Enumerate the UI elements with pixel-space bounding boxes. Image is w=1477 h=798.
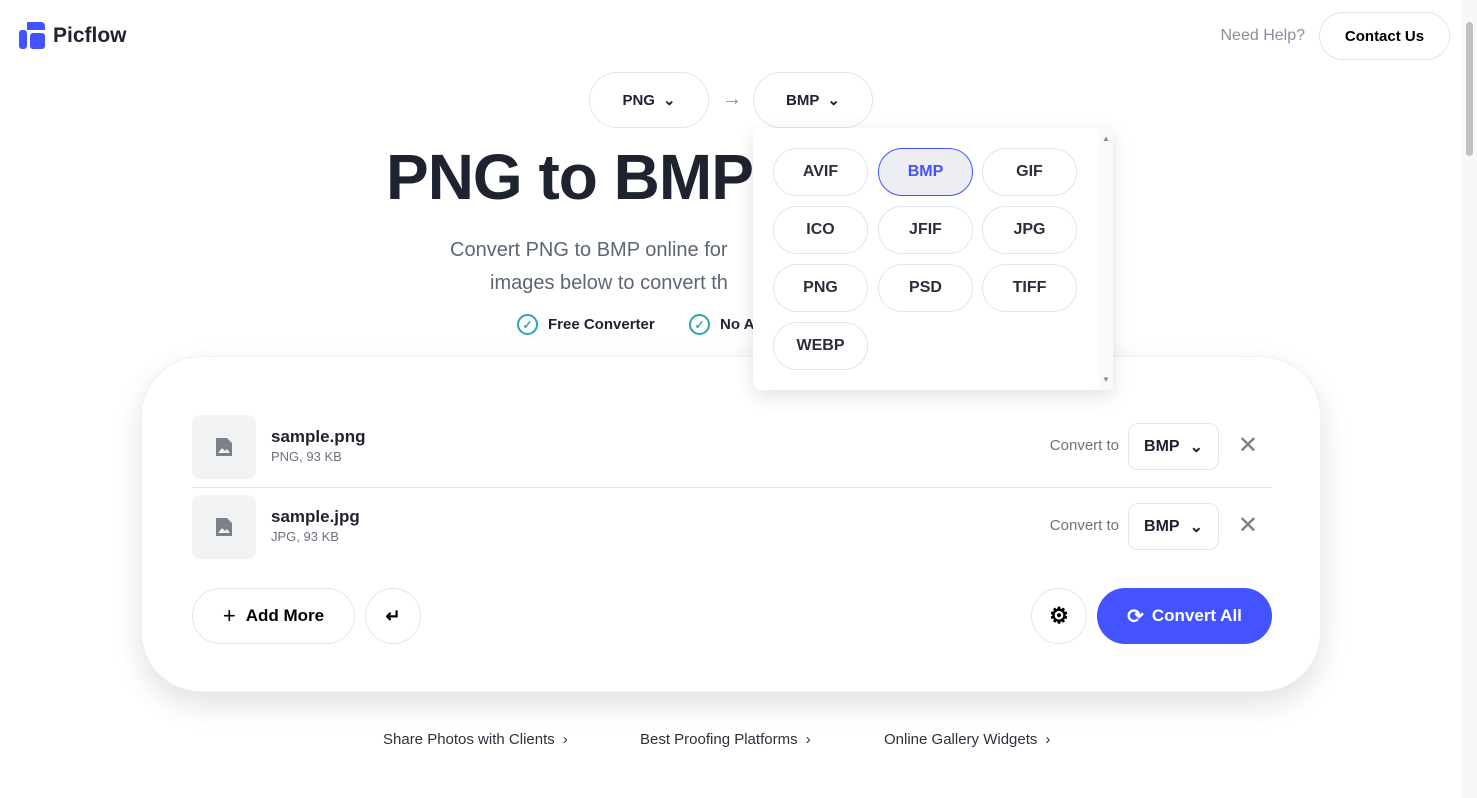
- return-icon[interactable]: ↵: [365, 588, 421, 644]
- add-more-button[interactable]: + Add More: [192, 588, 355, 644]
- convert-to-label: Convert to: [1049, 517, 1119, 534]
- footer-link-label: Best Proofing Platforms: [640, 731, 798, 748]
- scrollbar-thumb[interactable]: [1466, 22, 1473, 156]
- chevron-down-icon: ⌄: [827, 92, 840, 109]
- format-dropdown: AVIF BMP GIF ICO JFIF JPG PNG PSD TIFF W…: [753, 128, 1113, 390]
- check-circle-icon: ✓: [517, 314, 538, 335]
- format-option-gif[interactable]: GIF: [982, 148, 1077, 196]
- remove-file-icon[interactable]: ✕: [1238, 431, 1258, 460]
- format-option-webp[interactable]: WEBP: [773, 322, 868, 370]
- settings-gear-icon[interactable]: ⚙: [1031, 588, 1087, 644]
- convert-all-button[interactable]: ⟳ Convert All: [1097, 588, 1272, 644]
- check-circle-icon: ✓: [689, 314, 710, 335]
- divider: [192, 487, 1272, 488]
- chevron-right-icon: ›: [805, 731, 811, 748]
- file-meta: PNG, 93 KB: [271, 449, 342, 464]
- file-row: sample.jpg JPG, 93 KB Convert to BMP ⌄ ✕: [192, 495, 1272, 559]
- format-option-png[interactable]: PNG: [773, 264, 868, 312]
- target-format-value: BMP: [1144, 517, 1180, 535]
- footer-link[interactable]: Share Photos with Clients ›: [383, 731, 568, 748]
- format-option-tiff[interactable]: TIFF: [982, 264, 1077, 312]
- arrow-right-icon: →: [722, 88, 742, 110]
- feature-label: No A: [720, 316, 755, 333]
- logo[interactable]: Picflow: [19, 22, 127, 49]
- file-name: sample.png: [271, 427, 366, 446]
- format-option-bmp[interactable]: BMP: [878, 148, 973, 196]
- picflow-logo-icon: [19, 22, 45, 49]
- contact-us-button[interactable]: Contact Us: [1319, 12, 1450, 60]
- target-format-select[interactable]: BMP ⌄: [1128, 503, 1219, 550]
- format-option-avif[interactable]: AVIF: [773, 148, 868, 196]
- converter-card: sample.png PNG, 93 KB Convert to BMP ⌄ ✕ …: [141, 356, 1321, 692]
- refresh-icon: ⟳: [1127, 605, 1144, 628]
- image-file-icon: [192, 495, 256, 559]
- chevron-down-icon: ⌄: [662, 92, 676, 109]
- convert-to-label: Convert to: [1049, 437, 1119, 454]
- subtitle-line1: Convert PNG to BMP online for: [450, 239, 728, 261]
- footer-link[interactable]: Online Gallery Widgets ›: [884, 731, 1050, 748]
- format-option-jpg[interactable]: JPG: [982, 206, 1077, 254]
- file-name: sample.jpg: [271, 507, 360, 526]
- need-help-link[interactable]: Need Help?: [1221, 27, 1306, 45]
- format-option-ico[interactable]: ICO: [773, 206, 868, 254]
- dropdown-scrollbar[interactable]: ▲ ▼: [1099, 128, 1113, 390]
- subtitle-line2: images below to convert th: [490, 272, 728, 294]
- convert-all-label: Convert All: [1151, 606, 1242, 625]
- to-format-select[interactable]: BMP ⌄: [753, 72, 873, 128]
- add-more-label: Add More: [245, 606, 325, 625]
- brand-name: Picflow: [53, 23, 127, 47]
- footer-link-label: Online Gallery Widgets: [884, 731, 1038, 748]
- file-meta: JPG, 93 KB: [271, 529, 339, 544]
- chevron-down-icon: ⌄: [1189, 438, 1203, 456]
- page-title: PNG to BMP: [386, 141, 754, 213]
- remove-file-icon[interactable]: ✕: [1238, 511, 1258, 540]
- from-format-select[interactable]: PNG ⌄: [589, 72, 709, 128]
- footer-link-label: Share Photos with Clients: [383, 731, 555, 748]
- footer-link[interactable]: Best Proofing Platforms ›: [640, 731, 811, 748]
- plus-icon: +: [222, 603, 236, 628]
- chevron-right-icon: ›: [562, 731, 568, 748]
- feature-item: ✓ No A: [689, 314, 754, 335]
- to-format-value: BMP: [786, 91, 820, 109]
- file-row: sample.png PNG, 93 KB Convert to BMP ⌄ ✕: [192, 415, 1272, 479]
- page-scrollbar[interactable]: [1462, 0, 1477, 798]
- format-option-psd[interactable]: PSD: [878, 264, 973, 312]
- feature-item: ✓ Free Converter: [517, 314, 655, 335]
- image-file-icon: [192, 415, 256, 479]
- chevron-right-icon: ›: [1045, 731, 1051, 748]
- chevron-down-icon: ⌄: [1189, 518, 1203, 536]
- format-option-jfif[interactable]: JFIF: [878, 206, 973, 254]
- target-format-value: BMP: [1144, 437, 1180, 455]
- feature-label: Free Converter: [548, 316, 655, 333]
- target-format-select[interactable]: BMP ⌄: [1128, 423, 1219, 470]
- from-format-value: PNG: [622, 91, 655, 109]
